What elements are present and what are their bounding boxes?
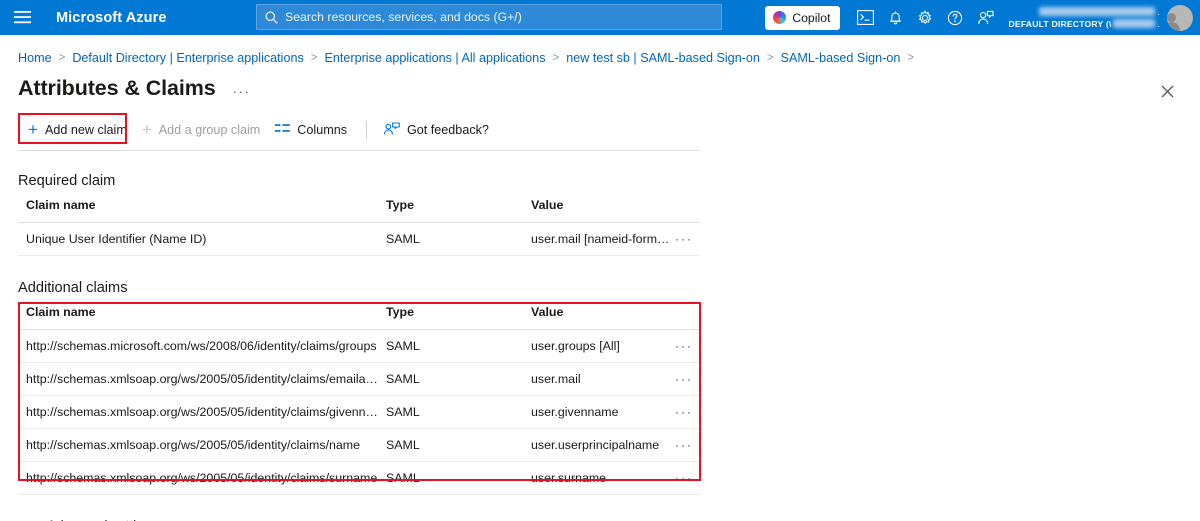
cell-type: SAML [378, 222, 523, 256]
cell-type: SAML [378, 362, 523, 396]
top-navigation-bar: Microsoft Azure Copilot [0, 0, 1200, 35]
copilot-button[interactable]: Copilot [765, 5, 841, 30]
required-claim-table: Claim name Type Value Unique User Identi… [18, 196, 700, 256]
table-row[interactable]: http://schemas.xmlsoap.org/ws/2005/05/id… [18, 428, 700, 462]
table-row[interactable]: Unique User Identifier (Name ID) SAML us… [18, 222, 700, 256]
cell-type: SAML [378, 329, 523, 363]
add-new-claim-button[interactable]: + Add new claim [22, 117, 136, 144]
cell-claim-name: http://schemas.xmlsoap.org/ws/2005/05/id… [18, 428, 378, 462]
azure-brand-logo[interactable]: Microsoft Azure [44, 10, 167, 26]
breadcrumb-item-enterprise-applications[interactable]: Enterprise applications | All applicatio… [325, 51, 546, 65]
required-claim-heading: Required claim [18, 173, 116, 189]
column-header-type[interactable]: Type [378, 196, 523, 223]
command-bar: + Add new claim + Add a group claim Colu… [0, 113, 1200, 151]
plus-icon: + [28, 119, 38, 139]
cell-value: user.mail [523, 362, 673, 396]
help-question-icon[interactable] [940, 0, 970, 35]
cell-claim-name: Unique User Identifier (Name ID) [18, 222, 378, 256]
cell-claim-name: http://schemas.xmlsoap.org/ws/2005/05/id… [18, 362, 378, 396]
page-header: Attributes & Claims ··· [0, 76, 1200, 101]
additional-claims-section: Additional claims Claim name Type Value … [0, 280, 1200, 495]
breadcrumb-item-default-directory[interactable]: Default Directory | Enterprise applicati… [72, 51, 303, 65]
global-search-box[interactable] [256, 4, 722, 30]
cell-value: user.mail [nameid-forma... [523, 222, 673, 256]
breadcrumb-separator-icon: > [58, 52, 66, 64]
table-header-row: Claim name Type Value [18, 196, 700, 223]
account-text: . DEFAULT DIRECTORY (\ . [1008, 2, 1160, 33]
breadcrumb-separator-icon: > [907, 52, 915, 64]
additional-claims-heading: Additional claims [18, 280, 128, 296]
page-more-menu-icon[interactable]: ··· [233, 84, 251, 99]
command-bar-divider [366, 121, 367, 139]
table-header-row: Claim name Type Value [18, 303, 700, 330]
breadcrumb-separator-icon: > [552, 52, 560, 64]
account-directory-button[interactable]: . DEFAULT DIRECTORY (\ . [1000, 0, 1200, 35]
account-name-redacted: . [1039, 7, 1160, 17]
feedback-person-icon[interactable] [970, 0, 1000, 35]
cell-value: user.userprincipalname [523, 428, 673, 462]
settings-gear-icon[interactable] [910, 0, 940, 35]
close-icon[interactable] [1154, 78, 1180, 104]
cell-value: user.givenname [523, 395, 673, 429]
add-new-claim-label: Add new claim [44, 123, 127, 137]
table-row[interactable]: http://schemas.xmlsoap.org/ws/2005/05/id… [18, 395, 700, 429]
row-context-menu-icon[interactable]: ··· [673, 329, 700, 363]
add-group-claim-button: + Add a group claim [136, 117, 269, 144]
row-context-menu-icon[interactable]: ··· [673, 461, 700, 495]
additional-claims-table: Claim name Type Value http://schemas.mic… [18, 303, 700, 495]
column-header-value[interactable]: Value [523, 196, 700, 223]
breadcrumb-separator-icon: > [310, 52, 318, 64]
breadcrumb-item-home[interactable]: Home [18, 51, 52, 65]
cell-type: SAML [378, 395, 523, 429]
notifications-bell-icon[interactable] [880, 0, 910, 35]
row-context-menu-icon[interactable]: ··· [673, 428, 700, 462]
account-directory-label: DEFAULT DIRECTORY (\ [1008, 18, 1112, 29]
cell-claim-name: http://schemas.xmlsoap.org/ws/2005/05/id… [18, 395, 378, 429]
column-header-claim-name[interactable]: Claim name [18, 303, 378, 330]
table-row[interactable]: http://schemas.microsoft.com/ws/2008/06/… [18, 329, 700, 363]
feedback-person-icon [383, 121, 400, 139]
got-feedback-label: Got feedback? [407, 123, 489, 137]
cell-value: user.surname [523, 461, 673, 495]
got-feedback-button[interactable]: Got feedback? [377, 117, 498, 144]
cell-type: SAML [378, 461, 523, 495]
cell-value: user.groups [All] [523, 329, 673, 363]
search-input[interactable] [285, 10, 713, 24]
breadcrumb: Home > Default Directory | Enterprise ap… [0, 45, 1200, 71]
command-bar-underline [18, 150, 700, 151]
columns-icon [275, 123, 291, 137]
breadcrumb-separator-icon: > [766, 52, 774, 64]
cell-type: SAML [378, 428, 523, 462]
avatar[interactable] [1167, 4, 1193, 31]
cloud-shell-icon[interactable] [850, 0, 880, 35]
copilot-label: Copilot [792, 10, 831, 25]
cell-claim-name: http://schemas.xmlsoap.org/ws/2005/05/id… [18, 461, 378, 495]
row-context-menu-icon[interactable]: ··· [673, 395, 700, 429]
column-header-type[interactable]: Type [378, 303, 523, 330]
topbar-right-cluster: Copilot . DEFAULT DIRECTORY (\ . [765, 0, 1200, 35]
hamburger-menu-icon[interactable] [0, 0, 44, 35]
copilot-icon [773, 11, 787, 24]
row-context-menu-icon[interactable]: ··· [673, 222, 700, 256]
breadcrumb-item-saml-based-sign-on[interactable]: SAML-based Sign-on [781, 51, 901, 65]
account-directory-line: DEFAULT DIRECTORY (\ . [1008, 18, 1160, 29]
page-title: Attributes & Claims [18, 76, 216, 100]
column-header-value[interactable]: Value [523, 303, 700, 330]
columns-label: Columns [297, 123, 347, 137]
add-group-claim-label: Add a group claim [158, 123, 261, 137]
cell-claim-name: http://schemas.microsoft.com/ws/2008/06/… [18, 329, 378, 363]
columns-button[interactable]: Columns [269, 118, 356, 142]
search-icon [265, 11, 278, 24]
table-row[interactable]: http://schemas.xmlsoap.org/ws/2005/05/id… [18, 362, 700, 396]
required-claim-section: Required claim Claim name Type Value Uni… [0, 173, 1200, 256]
row-context-menu-icon[interactable]: ··· [673, 362, 700, 396]
breadcrumb-item-new-test-sb[interactable]: new test sb | SAML-based Sign-on [566, 51, 760, 65]
table-row[interactable]: http://schemas.xmlsoap.org/ws/2005/05/id… [18, 461, 700, 495]
plus-icon: + [141, 119, 152, 139]
column-header-claim-name[interactable]: Claim name [18, 196, 378, 223]
